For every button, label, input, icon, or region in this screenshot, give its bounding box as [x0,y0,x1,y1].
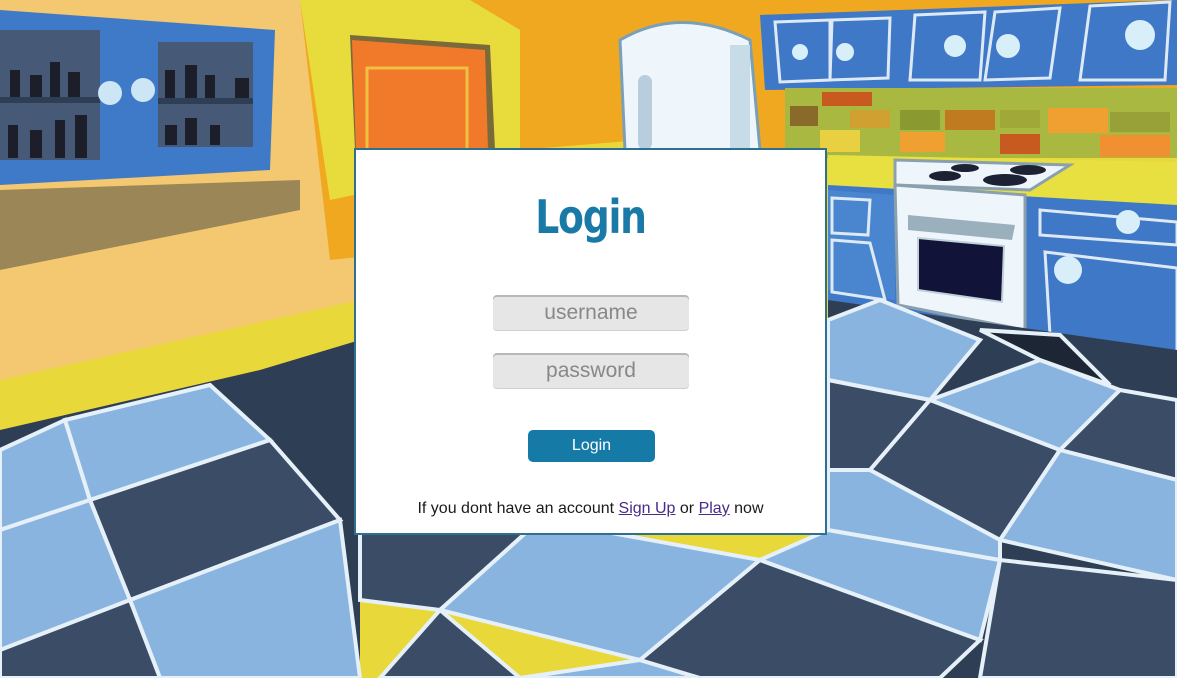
login-title: Login [535,190,647,244]
play-link[interactable]: Play [699,500,730,517]
signup-prompt: If you dont have an account Sign Up or P… [356,500,825,518]
signup-link[interactable]: Sign Up [619,500,676,517]
password-input[interactable] [493,353,689,389]
footer-suffix-text: now [734,500,764,517]
username-input[interactable] [493,295,689,331]
login-card: Login Login If you dont have an account … [354,148,827,535]
login-button[interactable]: Login [528,430,655,462]
or-text: or [679,500,695,517]
footer-prefix-text: If you dont have an account [417,500,615,517]
